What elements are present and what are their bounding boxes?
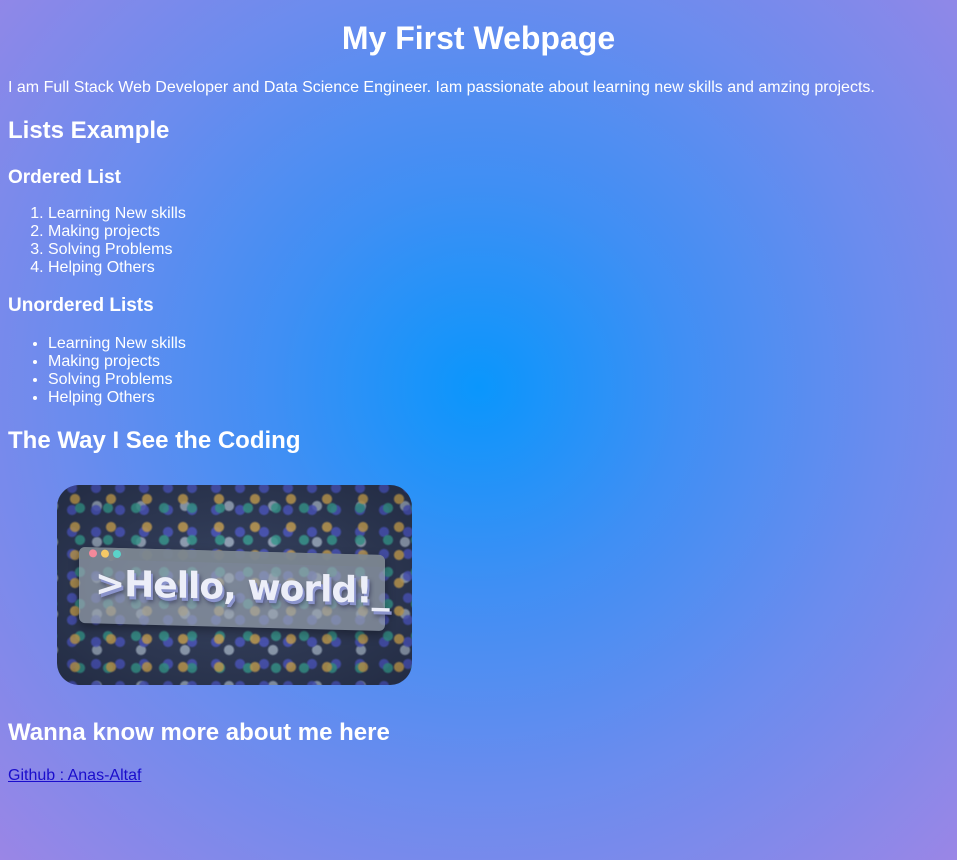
list-item: Solving Problems — [48, 371, 949, 389]
page-body: My First Webpage I am Full Stack Web Dev… — [0, 0, 957, 785]
unordered-list-heading: Unordered Lists — [8, 295, 154, 316]
more-about-me-heading: Wanna know more about me here — [8, 719, 390, 746]
github-link[interactable]: Github : Anas-Altaf — [8, 767, 141, 785]
list-item: Learning New skills — [48, 205, 949, 223]
list-item: Solving Problems — [48, 241, 949, 259]
intro-paragraph: I am Full Stack Web Developer and Data S… — [8, 79, 875, 96]
terminal-window-graphic: >Hello, world!_ — [79, 546, 389, 632]
lists-example-heading: Lists Example — [8, 117, 170, 144]
list-item: Learning New skills — [48, 335, 949, 353]
page-title: My First Webpage — [341, 20, 616, 56]
coding-image-container: >Hello, world!_ — [8, 485, 949, 685]
list-item: Making projects — [48, 353, 949, 371]
window-dot-red-icon — [89, 549, 97, 558]
unordered-list: Learning New skills Making projects Solv… — [8, 335, 949, 407]
hello-world-text: >Hello, world!_ — [95, 563, 389, 613]
list-item: Helping Others — [48, 259, 949, 277]
ordered-list: Learning New skills Making projects Solv… — [8, 205, 949, 277]
ordered-list-heading: Ordered List — [8, 167, 121, 188]
window-dot-yellow-icon — [101, 549, 109, 558]
list-item: Making projects — [48, 223, 949, 241]
window-dot-teal-icon — [113, 549, 121, 559]
list-item: Helping Others — [48, 389, 949, 407]
coding-heading: The Way I See the Coding — [8, 427, 301, 454]
hello-world-image: >Hello, world!_ — [57, 485, 412, 685]
